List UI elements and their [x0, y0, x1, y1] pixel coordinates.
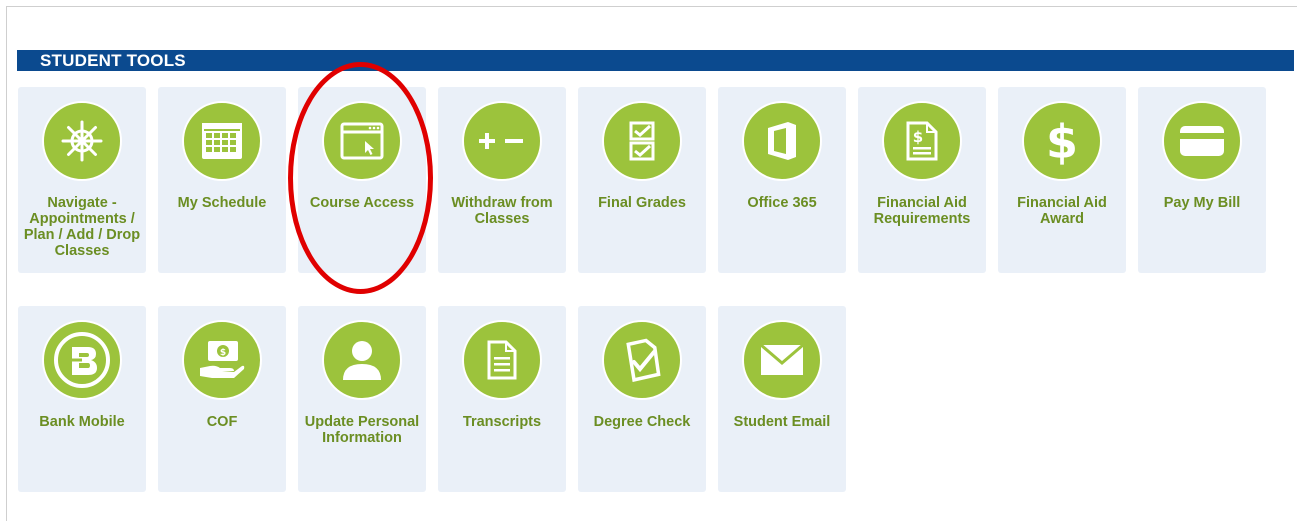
tool-tile-course-access[interactable]: Course Access	[298, 87, 426, 273]
tool-label: Financial Aid Award	[1017, 195, 1107, 227]
hand-money-icon: $	[182, 320, 262, 400]
dollar-document-icon: $	[882, 101, 962, 181]
tool-tile-cof[interactable]: $ COF	[158, 306, 286, 492]
tool-tile-final-grades[interactable]: Final Grades	[578, 87, 706, 273]
tool-tile-financial-aid-requirements[interactable]: $ Financial Aid Requirements	[858, 87, 986, 273]
office-icon	[742, 101, 822, 181]
document-icon	[462, 320, 542, 400]
tool-tile-bank-mobile[interactable]: Bank Mobile	[18, 306, 146, 492]
tool-tile-my-schedule[interactable]: My Schedule	[158, 87, 286, 273]
tool-tile-degree-check[interactable]: Degree Check	[578, 306, 706, 492]
tool-tile-student-email[interactable]: Student Email	[718, 306, 846, 492]
tool-label: Update Personal Information	[304, 414, 420, 446]
envelope-icon	[742, 320, 822, 400]
tool-tile-update-personal-information[interactable]: Update Personal Information	[298, 306, 426, 492]
tool-label: Student Email	[733, 414, 831, 430]
svg-text:$: $	[220, 348, 226, 358]
tool-label: Withdraw from Classes	[451, 195, 553, 227]
checklist-icon	[602, 101, 682, 181]
tool-label: Final Grades	[598, 195, 686, 211]
section-header-student-tools: STUDENT TOOLS	[17, 50, 1294, 71]
tool-label: Navigate - Appointments / Plan / Add / D…	[23, 195, 141, 259]
svg-text:$: $	[1046, 116, 1078, 166]
svg-text:$: $	[913, 128, 923, 146]
plus-minus-icon	[462, 101, 542, 181]
dollar-icon: $	[1022, 101, 1102, 181]
tool-tile-pay-my-bill[interactable]: Pay My Bill	[1138, 87, 1266, 273]
tool-tile-withdraw[interactable]: Withdraw from Classes	[438, 87, 566, 273]
tool-label: Financial Aid Requirements	[873, 195, 971, 227]
tool-label: Pay My Bill	[1163, 195, 1241, 211]
person-icon	[322, 320, 402, 400]
credit-card-icon	[1162, 101, 1242, 181]
tool-label: Transcripts	[462, 414, 542, 430]
document-check-icon	[602, 320, 682, 400]
tool-tile-office-365[interactable]: Office 365	[718, 87, 846, 273]
tool-label: Course Access	[309, 195, 415, 211]
bank-mobile-logo-icon	[42, 320, 122, 400]
browser-window-icon	[322, 101, 402, 181]
tool-label: COF	[206, 414, 238, 430]
tool-tile-navigate[interactable]: Navigate - Appointments / Plan / Add / D…	[18, 87, 146, 273]
tool-label: My Schedule	[177, 195, 267, 211]
tool-tile-transcripts[interactable]: Transcripts	[438, 306, 566, 492]
tool-label: Bank Mobile	[39, 414, 125, 430]
calendar-icon	[182, 101, 262, 181]
tool-label: Degree Check	[593, 414, 691, 430]
tool-label: Office 365	[747, 195, 817, 211]
tool-tile-financial-aid-award[interactable]: $ Financial Aid Award	[998, 87, 1126, 273]
ship-wheel-icon	[42, 101, 122, 181]
